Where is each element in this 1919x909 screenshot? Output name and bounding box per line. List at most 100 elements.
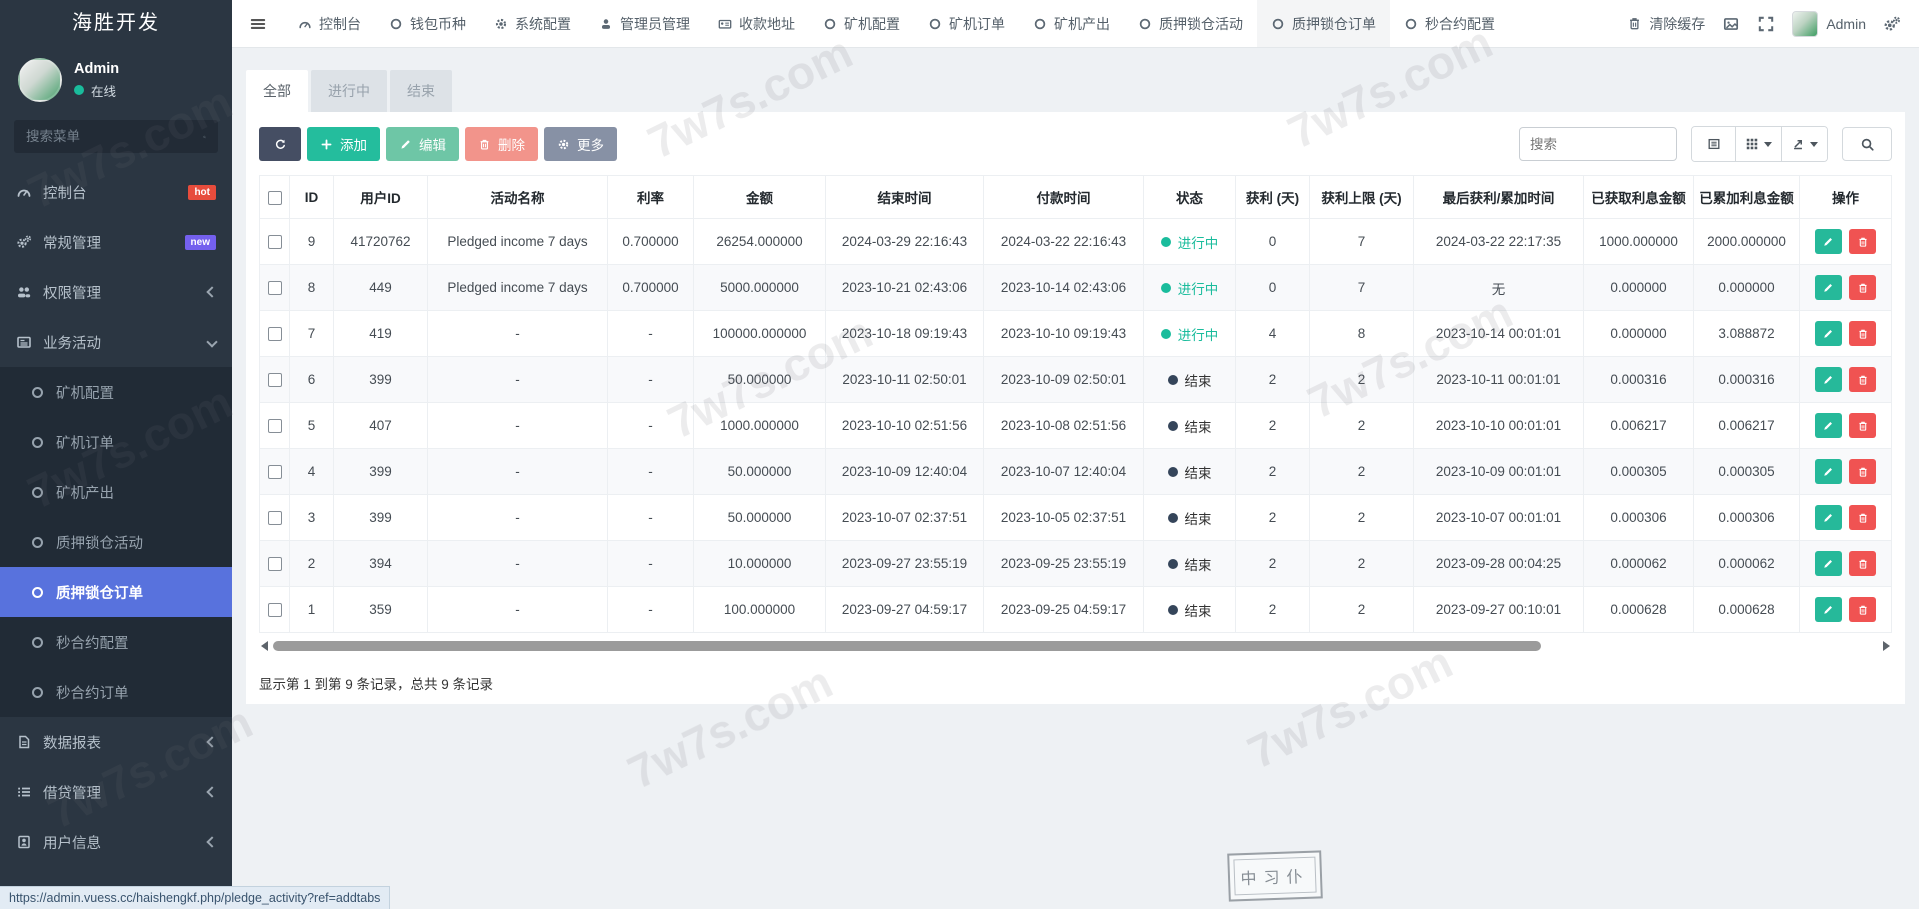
fullscreen-icon[interactable] (1757, 15, 1775, 33)
export-dropdown-button[interactable] (1782, 127, 1827, 161)
row-edit-button[interactable] (1814, 321, 1842, 346)
topbar-tab[interactable]: 矿机配置 (809, 0, 914, 47)
row-edit-button[interactable] (1814, 275, 1842, 300)
menu-toggle-button[interactable] (232, 0, 284, 47)
row-edit-button[interactable] (1814, 367, 1842, 392)
topbar-tab[interactable]: 钱包币种 (375, 0, 480, 47)
table-search-input[interactable] (1519, 127, 1677, 161)
sidebar-item-permission[interactable]: 权限管理 (0, 267, 232, 317)
column-header[interactable]: 用户ID (333, 175, 428, 219)
row-edit-button[interactable] (1814, 459, 1842, 484)
row-delete-button[interactable] (1849, 367, 1877, 392)
refresh-button[interactable] (259, 127, 301, 161)
topbar-tab[interactable]: 收款地址 (704, 0, 809, 47)
topbar-tab[interactable]: 管理员管理 (585, 0, 704, 47)
topbar-tab[interactable]: 质押锁仓订单 (1257, 0, 1390, 47)
filter-tab[interactable]: 进行中 (311, 70, 387, 112)
column-header[interactable]: 利率 (607, 175, 694, 219)
column-header[interactable]: 操作 (1799, 175, 1892, 219)
edit-button[interactable]: 编辑 (386, 127, 459, 161)
checkbox-cell[interactable] (259, 402, 290, 449)
detail-view-button[interactable] (1692, 127, 1736, 161)
row-delete-button[interactable] (1849, 597, 1877, 622)
topbar-tab[interactable]: 矿机订单 (914, 0, 1019, 47)
row-checkbox[interactable] (267, 281, 282, 296)
language-icon[interactable] (1722, 15, 1740, 33)
row-delete-button[interactable] (1849, 505, 1877, 530)
topbar-tab[interactable]: 质押锁仓活动 (1124, 0, 1257, 47)
row-checkbox[interactable] (267, 511, 282, 526)
topbar-tab[interactable]: 控制台 (284, 0, 375, 47)
filter-tab[interactable]: 结束 (390, 70, 452, 112)
admin-menu[interactable]: Admin (1792, 10, 1866, 37)
column-header[interactable]: ID (289, 175, 334, 219)
scroll-right-arrow[interactable] (1883, 641, 1890, 651)
sidebar-item-loan[interactable]: 借贷管理 (0, 767, 232, 817)
checkbox-cell[interactable] (259, 218, 290, 265)
row-checkbox[interactable] (267, 373, 282, 388)
row-checkbox[interactable] (267, 327, 282, 342)
column-header[interactable]: 活动名称 (427, 175, 608, 219)
row-checkbox[interactable] (267, 557, 282, 572)
topbar-tab[interactable]: 矿机产出 (1019, 0, 1124, 47)
checkbox-cell[interactable] (259, 310, 290, 357)
row-delete-button[interactable] (1849, 229, 1877, 254)
row-delete-button[interactable] (1849, 459, 1877, 484)
column-header[interactable]: 结束时间 (825, 175, 984, 219)
column-header[interactable]: 最后获利/累加时间 (1413, 175, 1584, 219)
avatar[interactable] (18, 58, 62, 102)
row-edit-button[interactable] (1814, 597, 1842, 622)
select-all-checkbox[interactable] (267, 190, 282, 205)
row-edit-button[interactable] (1814, 551, 1842, 576)
column-header[interactable]: 付款时间 (983, 175, 1144, 219)
column-header[interactable]: 金额 (693, 175, 826, 219)
row-edit-button[interactable] (1814, 229, 1842, 254)
sidebar-subitem[interactable]: 质押锁仓活动 (0, 517, 232, 567)
scrollbar-thumb[interactable] (273, 641, 1541, 651)
scrollbar-track[interactable] (273, 641, 1878, 651)
column-header[interactable]: 获利 (天) (1235, 175, 1310, 219)
sidebar-item-console[interactable]: 控制台 hot (0, 167, 232, 217)
select-all-header[interactable] (259, 175, 290, 219)
sidebar-subitem[interactable]: 矿机产出 (0, 467, 232, 517)
sidebar-item-userinfo[interactable]: 用户信息 (0, 817, 232, 867)
row-checkbox[interactable] (267, 235, 282, 250)
sidebar-item-business[interactable]: 业务活动 (0, 317, 232, 367)
row-delete-button[interactable] (1849, 551, 1877, 576)
sidebar-item-report[interactable]: 数据报表 (0, 717, 232, 767)
settings-gears-icon[interactable] (1883, 15, 1901, 33)
delete-button[interactable]: 删除 (465, 127, 538, 161)
row-delete-button[interactable] (1849, 413, 1877, 438)
column-header[interactable]: 已累加利息金额 (1693, 175, 1800, 219)
sidebar-subitem[interactable]: 质押锁仓订单 (0, 567, 232, 617)
column-header[interactable]: 状态 (1143, 175, 1236, 219)
row-checkbox[interactable] (267, 465, 282, 480)
topbar-tab[interactable]: 秒合约配置 (1390, 0, 1509, 47)
checkbox-cell[interactable] (259, 540, 290, 587)
checkbox-cell[interactable] (259, 264, 290, 311)
row-delete-button[interactable] (1849, 275, 1877, 300)
column-header[interactable]: 已获取利息金额 (1583, 175, 1694, 219)
sidebar-subitem[interactable]: 矿机配置 (0, 367, 232, 417)
columns-dropdown-button[interactable] (1736, 127, 1782, 161)
checkbox-cell[interactable] (259, 586, 290, 633)
row-edit-button[interactable] (1814, 505, 1842, 530)
row-delete-button[interactable] (1849, 321, 1877, 346)
add-button[interactable]: 添加 (307, 127, 380, 161)
column-header[interactable]: 获利上限 (天) (1309, 175, 1414, 219)
sidebar-item-general[interactable]: 常规管理 new (0, 217, 232, 267)
checkbox-cell[interactable] (259, 494, 290, 541)
filter-tab[interactable]: 全部 (246, 70, 308, 112)
sidebar-subitem[interactable]: 秒合约配置 (0, 617, 232, 667)
checkbox-cell[interactable] (259, 448, 290, 495)
more-button[interactable]: 更多 (544, 127, 617, 161)
search-button[interactable] (1842, 127, 1892, 161)
sidebar-search-input[interactable] (26, 129, 203, 144)
clear-cache-button[interactable]: 清除缓存 (1627, 14, 1705, 34)
row-checkbox[interactable] (267, 419, 282, 434)
sidebar-subitem[interactable]: 矿机订单 (0, 417, 232, 467)
scroll-left-arrow[interactable] (261, 641, 268, 651)
row-checkbox[interactable] (267, 603, 282, 618)
sidebar-subitem[interactable]: 秒合约订单 (0, 667, 232, 717)
row-edit-button[interactable] (1814, 413, 1842, 438)
